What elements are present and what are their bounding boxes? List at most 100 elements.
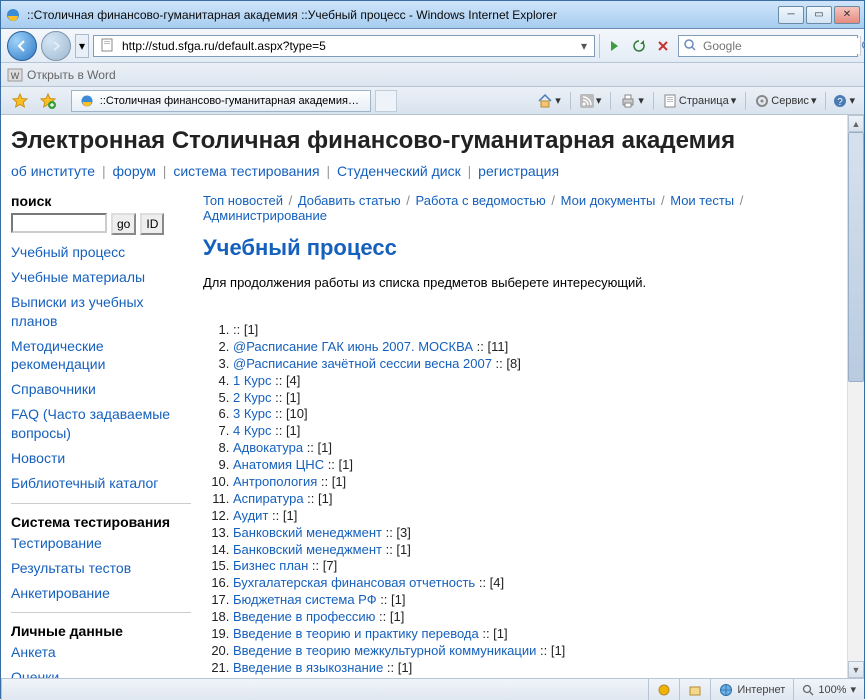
breadcrumb-link[interactable]: Топ новостей: [203, 193, 283, 208]
subject-item: Введение в теорию межкультурной коммуник…: [233, 643, 854, 660]
breadcrumb-link[interactable]: Мои документы: [561, 193, 656, 208]
stop-button[interactable]: [652, 35, 674, 57]
subject-item: @Расписание зачётной сессии весна 2007 :…: [233, 356, 854, 373]
address-bar[interactable]: ▾: [93, 35, 595, 57]
feeds-button[interactable]: ▾: [575, 90, 607, 112]
sidebar-link[interactable]: Учебные материалы: [11, 268, 191, 287]
subject-count: :: [1]: [324, 457, 353, 472]
topnav-link[interactable]: регистрация: [478, 163, 559, 179]
vertical-scrollbar[interactable]: ▲ ▼: [847, 115, 864, 678]
sidebar-link[interactable]: Результаты тестов: [11, 559, 191, 578]
go-button[interactable]: go: [111, 213, 136, 235]
search-button[interactable]: [860, 36, 865, 56]
zone-label: Интернет: [737, 684, 785, 696]
subject-link[interactable]: Антропология: [233, 474, 317, 489]
sidebar-search-input[interactable]: [11, 213, 107, 233]
subject-item: Бизнес план :: [7]: [233, 558, 854, 575]
subject-link[interactable]: 2 Курс: [233, 390, 272, 405]
close-button[interactable]: ✕: [834, 6, 860, 24]
svg-text:W: W: [11, 71, 20, 81]
subject-link[interactable]: @Расписание ГАК июнь 2007. МОСКВА: [233, 339, 473, 354]
subject-link[interactable]: Введение в языкознание: [233, 660, 383, 675]
address-input[interactable]: [120, 39, 576, 53]
svg-text:?: ?: [838, 97, 844, 108]
subject-item: :: [1]: [233, 322, 854, 339]
refresh-button[interactable]: [628, 35, 650, 57]
subject-link[interactable]: Анатомия ЦНС: [233, 457, 324, 472]
print-button[interactable]: ▾: [615, 90, 649, 112]
new-tab-button[interactable]: [375, 90, 397, 112]
subject-count: :: [1]: [382, 542, 411, 557]
subject-link[interactable]: Бюджетная система РФ: [233, 592, 377, 607]
topnav-link[interactable]: форум: [113, 163, 156, 179]
zoom-label: 100%: [818, 684, 846, 696]
top-nav: об институте | форум | система тестирова…: [11, 163, 854, 179]
subject-link[interactable]: Адвокатура: [233, 440, 303, 455]
subject-item: Введение в профессию :: [1]: [233, 609, 854, 626]
recent-pages-dropdown[interactable]: ▾: [75, 34, 89, 58]
subject-item: Банковский менеджмент :: [3]: [233, 525, 854, 542]
id-button[interactable]: ID: [140, 213, 164, 235]
zoom-control[interactable]: 100% ▾: [793, 679, 864, 700]
home-button[interactable]: ▾: [532, 90, 566, 112]
subject-item: Банковский менеджмент :: [1]: [233, 542, 854, 559]
subject-link[interactable]: Введение в профессию: [233, 609, 375, 624]
minimize-button[interactable]: ─: [778, 6, 804, 24]
favorites-button[interactable]: [7, 90, 33, 112]
subject-link[interactable]: Введение в теорию межкультурной коммуник…: [233, 643, 536, 658]
topnav-link[interactable]: система тестирования: [173, 163, 319, 179]
subject-link[interactable]: @Расписание зачётной сессии весна 2007: [233, 356, 492, 371]
sidebar-link[interactable]: Методические рекомендации: [11, 337, 191, 375]
subject-count: :: [8]: [492, 356, 521, 371]
word-icon: W: [7, 67, 23, 83]
help-button[interactable]: ?▾: [830, 90, 858, 112]
topnav-link[interactable]: Студенческий диск: [337, 163, 461, 179]
open-in-word-label[interactable]: Открыть в Word: [27, 68, 116, 82]
back-button[interactable]: [7, 31, 37, 61]
sidebar-link[interactable]: Анкетирование: [11, 584, 191, 603]
subject-link[interactable]: Банковский менеджмент: [233, 525, 382, 540]
forward-button[interactable]: [41, 31, 71, 61]
divider: [11, 503, 191, 504]
breadcrumb-link[interactable]: Мои тесты: [670, 193, 734, 208]
chevron-down-icon: ▾: [555, 94, 561, 107]
subject-link[interactable]: 3 Курс: [233, 406, 272, 421]
browser-tab[interactable]: ::Столичная финансово-гуманитарная акаде…: [71, 90, 371, 112]
breadcrumb-link[interactable]: Добавить статью: [298, 193, 401, 208]
subject-link[interactable]: Бухгалатерская финансовая отчетность: [233, 575, 475, 590]
subject-link[interactable]: Аудит: [233, 508, 268, 523]
subject-link[interactable]: Аспиратура: [233, 491, 304, 506]
status-icon-1: [648, 679, 679, 700]
subject-link[interactable]: Введение в теорию и практику перевода: [233, 626, 479, 641]
breadcrumb-link[interactable]: Работа с ведомостью: [416, 193, 546, 208]
subject-item: Бюджетная система РФ :: [1]: [233, 592, 854, 609]
topnav-link[interactable]: об институте: [11, 163, 95, 179]
subject-link[interactable]: Бизнес план: [233, 558, 308, 573]
sidebar-link[interactable]: Тестирование: [11, 534, 191, 553]
sidebar-link[interactable]: Справочники: [11, 380, 191, 399]
subject-link[interactable]: Банковский менеджмент: [233, 542, 382, 557]
subject-count: :: [1]: [375, 609, 404, 624]
address-dropdown[interactable]: ▾: [576, 39, 592, 53]
page-menu-button[interactable]: Страница▾: [658, 90, 741, 112]
sidebar-link[interactable]: Новости: [11, 449, 191, 468]
scroll-up-button[interactable]: ▲: [848, 115, 864, 132]
breadcrumb-link[interactable]: Администрирование: [203, 208, 327, 223]
sidebar-link[interactable]: Учебный процесс: [11, 243, 191, 262]
sidebar-link[interactable]: Выписки из учебных планов: [11, 293, 191, 331]
scroll-thumb[interactable]: [848, 132, 864, 382]
tools-menu-button[interactable]: Сервис▾: [750, 90, 821, 112]
scroll-down-button[interactable]: ▼: [848, 661, 864, 678]
maximize-button[interactable]: ▭: [806, 6, 832, 24]
subject-link[interactable]: 4 Курс: [233, 423, 272, 438]
sidebar-link[interactable]: Библиотечный каталог: [11, 474, 191, 493]
status-icon-2: [679, 679, 710, 700]
sidebar-link[interactable]: Анкета: [11, 643, 191, 662]
subject-link[interactable]: 1 Курс: [233, 373, 272, 388]
add-favorite-button[interactable]: [35, 90, 61, 112]
go-button[interactable]: [604, 35, 626, 57]
search-box[interactable]: [678, 35, 858, 57]
sidebar-link[interactable]: FAQ (Часто задаваемые вопросы): [11, 405, 191, 443]
chevron-down-icon: ▾: [849, 94, 855, 107]
search-input[interactable]: [701, 38, 860, 54]
